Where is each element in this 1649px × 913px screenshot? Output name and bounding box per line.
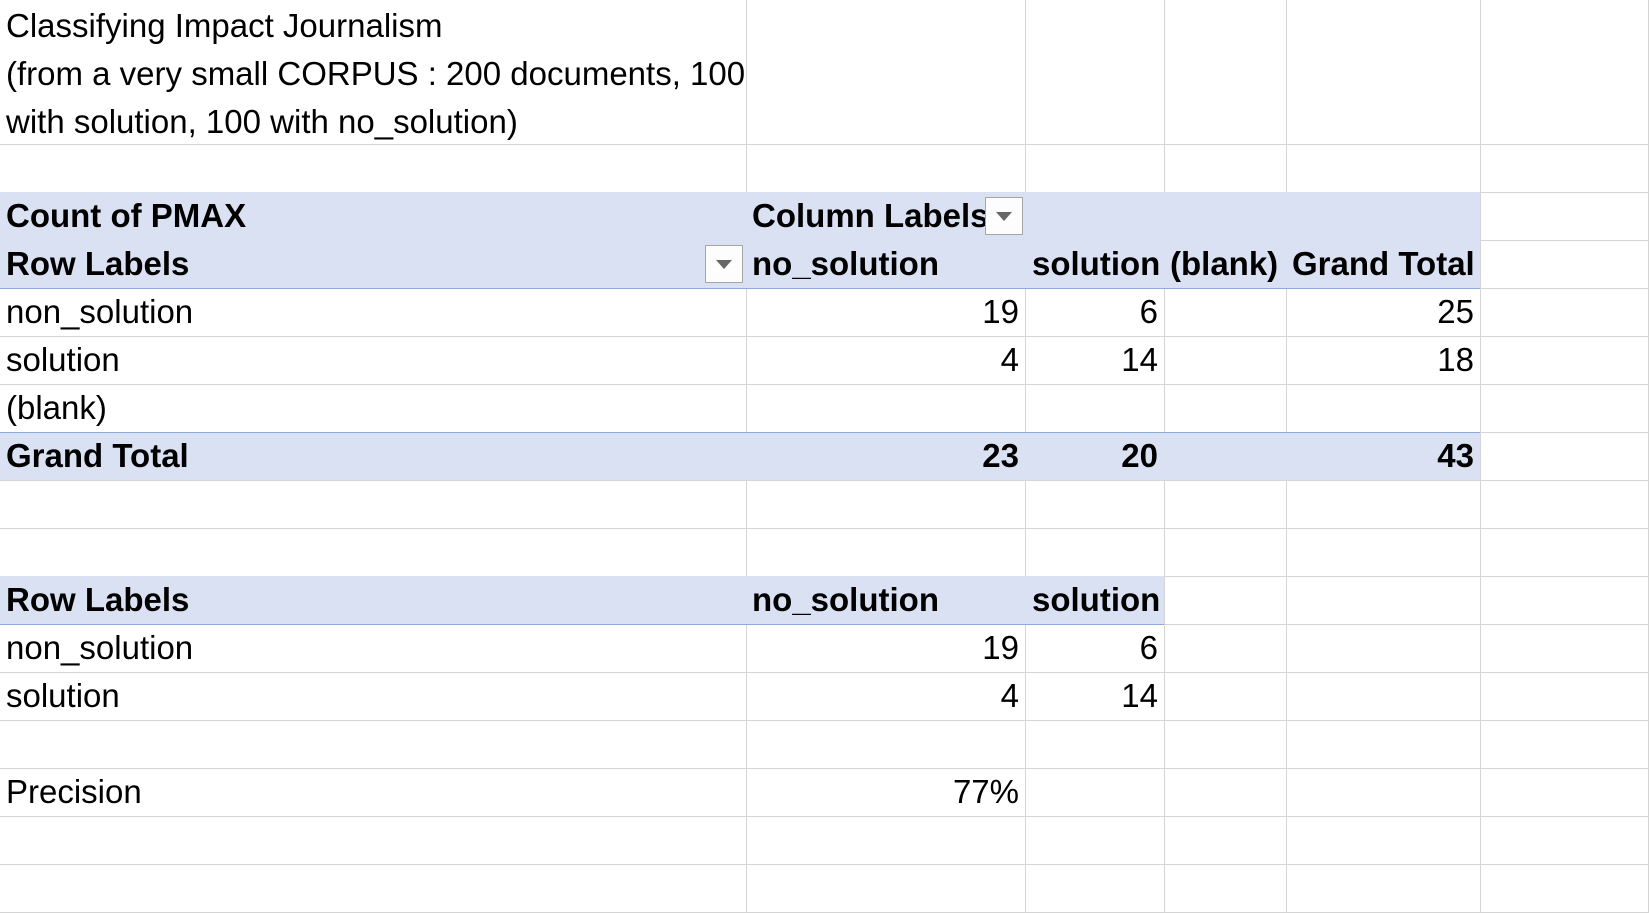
precision-label[interactable]: Precision bbox=[0, 768, 746, 816]
pivot-col-header-solution[interactable]: solution bbox=[1025, 240, 1164, 288]
spreadsheet-grid[interactable]: Classifying Impact Journalism (from a ve… bbox=[0, 0, 1649, 913]
confusion-cell[interactable]: 4 bbox=[746, 672, 1025, 720]
title-cell[interactable]: Classifying Impact Journalism (from a ve… bbox=[0, 0, 746, 144]
pivot-cell[interactable]: 4 bbox=[746, 336, 1025, 384]
confusion-col-header-no-solution[interactable]: no_solution bbox=[746, 576, 1025, 624]
dropdown-arrow-icon bbox=[716, 259, 732, 269]
pivot-row-label[interactable]: solution bbox=[0, 336, 746, 384]
pivot-cell[interactable]: 14 bbox=[1025, 336, 1164, 384]
title-line-3: with solution, 100 with no_solution) bbox=[6, 103, 518, 140]
grand-total-cell[interactable]: 20 bbox=[1025, 432, 1164, 480]
grand-total-cell[interactable]: 23 bbox=[746, 432, 1025, 480]
pivot-row-labels[interactable]: Row Labels bbox=[0, 240, 700, 288]
pivot-col-header-no-solution[interactable]: no_solution bbox=[746, 240, 1025, 288]
dropdown-arrow-icon bbox=[996, 211, 1012, 221]
confusion-cell[interactable]: 19 bbox=[746, 624, 1025, 672]
pivot-col-header-grand-total[interactable]: Grand Total bbox=[1286, 240, 1480, 288]
title-line-1: Classifying Impact Journalism bbox=[6, 7, 443, 44]
grand-total-cell[interactable] bbox=[1164, 432, 1286, 480]
pivot-row-label[interactable]: non_solution bbox=[0, 288, 746, 336]
confusion-col-header-solution[interactable]: solution bbox=[1025, 576, 1164, 624]
pivot-cell[interactable] bbox=[1164, 336, 1286, 384]
pivot-row-label[interactable]: (blank) bbox=[0, 384, 746, 432]
confusion-cell[interactable]: 6 bbox=[1025, 624, 1164, 672]
confusion-row-labels[interactable]: Row Labels bbox=[0, 576, 746, 624]
pivot-measure-label[interactable]: Count of PMAX bbox=[0, 192, 746, 240]
pivot-cell[interactable]: 19 bbox=[746, 288, 1025, 336]
confusion-row-label[interactable]: non_solution bbox=[0, 624, 746, 672]
title-line-2: (from a very small CORPUS : 200 document… bbox=[6, 55, 746, 92]
grand-total-cell[interactable]: 43 bbox=[1286, 432, 1480, 480]
pivot-column-labels[interactable]: Column Labels bbox=[746, 192, 989, 240]
column-labels-filter-button[interactable] bbox=[985, 197, 1023, 235]
pivot-cell[interactable] bbox=[1164, 288, 1286, 336]
row-labels-filter-button[interactable] bbox=[705, 245, 743, 283]
confusion-cell[interactable]: 14 bbox=[1025, 672, 1164, 720]
pivot-col-header-blank[interactable]: (blank) bbox=[1164, 240, 1286, 288]
grand-total-label[interactable]: Grand Total bbox=[0, 432, 746, 480]
confusion-row-label[interactable]: solution bbox=[0, 672, 746, 720]
pivot-cell[interactable]: 25 bbox=[1286, 288, 1480, 336]
pivot-cell[interactable]: 18 bbox=[1286, 336, 1480, 384]
pivot-cell[interactable]: 6 bbox=[1025, 288, 1164, 336]
precision-value[interactable]: 77% bbox=[746, 768, 1025, 816]
